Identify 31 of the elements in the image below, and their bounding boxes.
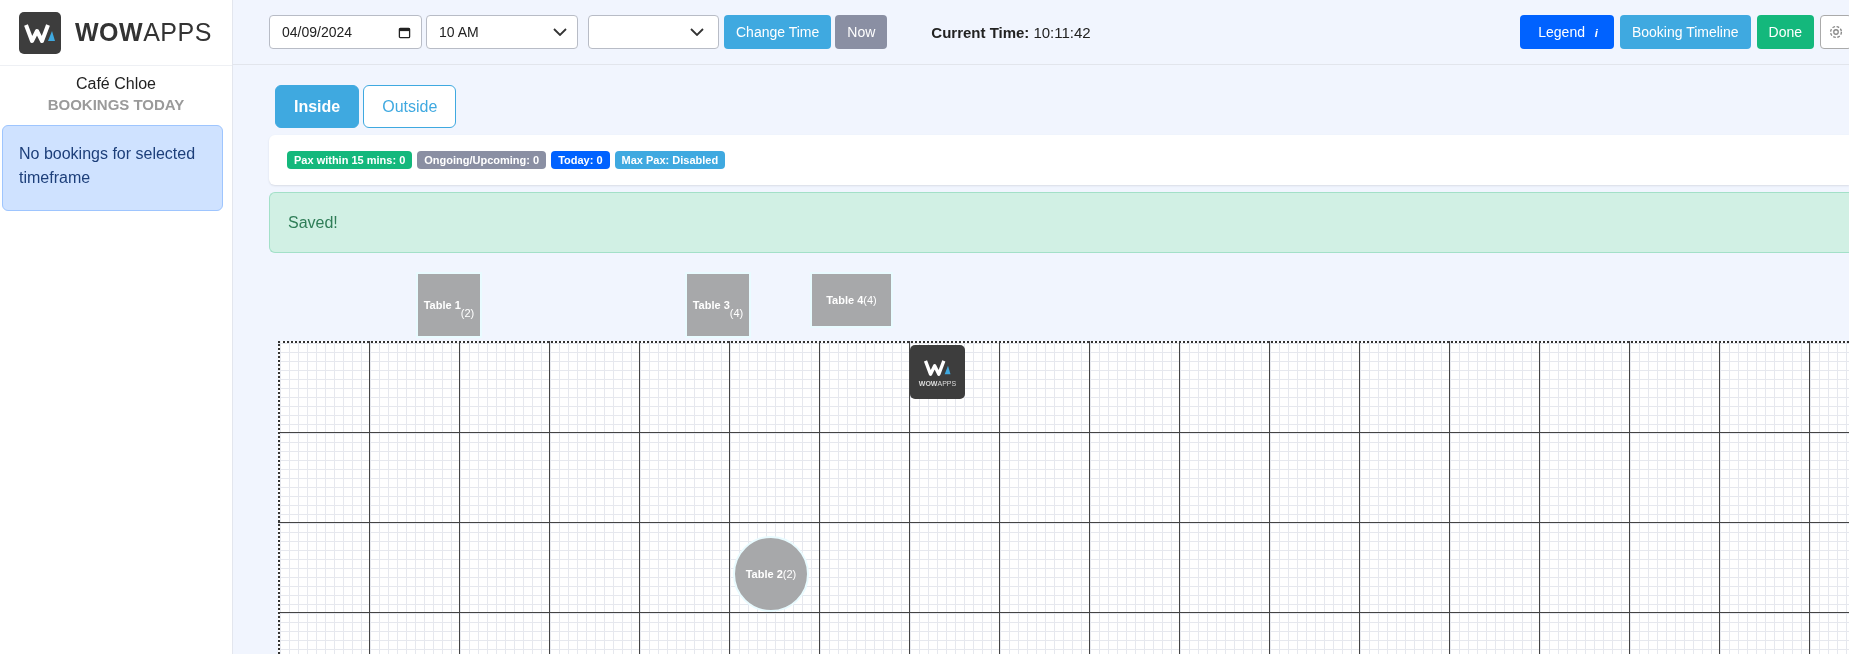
area-tab[interactable]: Inside — [275, 85, 360, 128]
table[interactable]: Table 3 (4) — [685, 272, 751, 338]
done-button[interactable]: Done — [1756, 15, 1814, 49]
settings-icon — [1827, 23, 1845, 41]
empty-bookings-notice: No bookings for selected timeframe — [2, 125, 223, 211]
chevron-down-icon — [553, 28, 567, 36]
now-button[interactable]: Now — [835, 15, 888, 49]
legend-button[interactable]: Legend i — [1520, 15, 1614, 49]
select-field[interactable] — [588, 15, 719, 49]
table[interactable]: Table 1 (2) — [416, 272, 482, 338]
success-alert: Saved! — [269, 192, 1849, 253]
settings-button[interactable] — [1820, 15, 1849, 49]
brand-name: WOWAPPS — [75, 18, 212, 47]
stat-badge: Pax within 15 mins: 0 — [287, 151, 413, 169]
stat-badge: Max Pax: Disabled — [614, 151, 726, 169]
venue-name: Café Chloe — [75, 75, 156, 93]
logo-icon — [922, 357, 953, 377]
section-heading: BOOKINGS TODAY — [47, 96, 185, 113]
logo-icon — [19, 11, 61, 54]
current-time-label: Current Time: — [931, 23, 1030, 41]
area-tab[interactable]: Outside — [363, 85, 457, 128]
table[interactable]: Table 4(4) — [810, 272, 893, 328]
calendar-icon — [398, 25, 411, 39]
booking-timeline-button[interactable]: Booking Timeline — [1619, 15, 1751, 49]
hour-select[interactable]: 10 AM — [426, 15, 578, 49]
change-time-button[interactable]: Change Time — [724, 15, 832, 49]
chevron-down-icon — [690, 28, 704, 36]
current-time-value: 10:11:42 — [1033, 23, 1091, 41]
stat-badge: Ongoing/Upcoming: 0 — [417, 151, 547, 169]
stat-badge: Today: 0 — [551, 151, 610, 169]
date-field[interactable]: 04/09/2024 — [269, 15, 422, 49]
